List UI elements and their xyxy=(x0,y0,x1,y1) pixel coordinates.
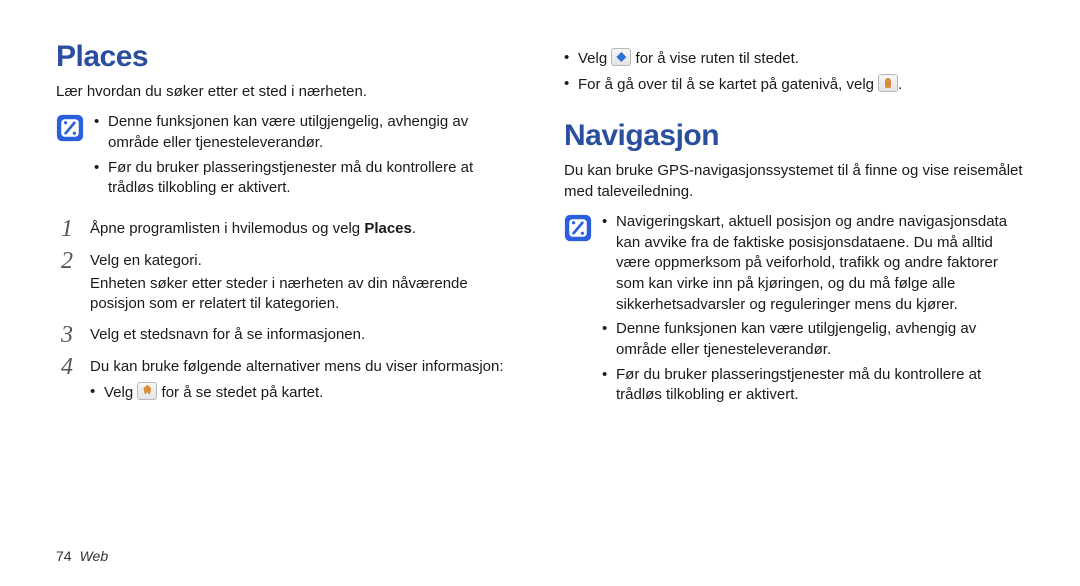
step-4-subitems: Velg for å se stedet på kartet. xyxy=(90,382,516,404)
sub-text: for å se stedet på kartet. xyxy=(157,384,323,401)
sub-item: Velg for å vise ruten til stedet. xyxy=(564,48,1024,70)
step-1: 1 Åpne programlisten i hvilemodus og vel… xyxy=(56,217,516,241)
page-footer: 74 Web xyxy=(56,548,108,564)
section-name: Web xyxy=(80,548,109,564)
step-body: Velg et stedsnavn for å se informasjonen… xyxy=(90,323,516,347)
sub-item: Velg for å se stedet på kartet. xyxy=(90,382,516,404)
step-text: Velg en kategori. xyxy=(90,252,202,269)
map-pin-icon xyxy=(137,382,157,400)
sub-item: For å gå over til å se kartet på gateniv… xyxy=(564,74,1024,96)
step-text: Du kan bruke følgende alternativer mens … xyxy=(90,358,504,375)
step-3: 3 Velg et stedsnavn for å se informasjon… xyxy=(56,323,516,347)
step-4: 4 Du kan bruke følgende alternativer men… xyxy=(56,355,516,407)
sub-text: Velg xyxy=(578,50,611,67)
right-top-items: Velg for å vise ruten til stedet. For å … xyxy=(564,48,1024,95)
step-extra-text: Enheten søker etter steder i nærheten av… xyxy=(90,274,516,315)
note-icon xyxy=(564,214,592,242)
page-number: 74 xyxy=(56,548,72,564)
note-icon xyxy=(56,114,84,142)
places-intro: Lær hvordan du søker etter et sted i nær… xyxy=(56,82,516,102)
places-steps: 1 Åpne programlisten i hvilemodus og vel… xyxy=(56,217,516,407)
step-number: 3 xyxy=(56,323,78,347)
heading-navigasjon: Navigasjon xyxy=(564,119,1024,153)
right-column: Velg for å vise ruten til stedet. For å … xyxy=(564,40,1024,424)
step-number: 2 xyxy=(56,249,78,315)
page-content: Places Lær hvordan du søker etter et ste… xyxy=(0,0,1080,424)
sub-text: For å gå over til å se kartet på gateniv… xyxy=(578,76,878,93)
note-item: Denne funksjonen kan være utilgjengelig,… xyxy=(602,319,1024,360)
left-column: Places Lær hvordan du søker etter et ste… xyxy=(56,40,516,424)
step-number: 4 xyxy=(56,355,78,407)
step-text: Åpne programlisten i hvilemodus og velg xyxy=(90,220,364,237)
step-body: Du kan bruke følgende alternativer mens … xyxy=(90,355,516,407)
step-body: Åpne programlisten i hvilemodus og velg … xyxy=(90,217,516,241)
step-bold: Places xyxy=(364,220,412,237)
sub-text: . xyxy=(898,76,902,93)
places-note-list: Denne funksjonen kan være utilgjengelig,… xyxy=(94,112,516,203)
navigasjon-intro: Du kan bruke GPS-navigasjonssystemet til… xyxy=(564,161,1024,202)
note-item: Før du bruker plasseringstjenester må du… xyxy=(94,158,516,199)
navigasjon-note-list: Navigeringskart, aktuell posisjon og and… xyxy=(602,212,1024,410)
places-note-block: Denne funksjonen kan være utilgjengelig,… xyxy=(56,112,516,203)
sub-text: Velg xyxy=(104,384,137,401)
heading-places: Places xyxy=(56,40,516,74)
note-item: Navigeringskart, aktuell posisjon og and… xyxy=(602,212,1024,315)
step-number: 1 xyxy=(56,217,78,241)
navigasjon-note-block: Navigeringskart, aktuell posisjon og and… xyxy=(564,212,1024,410)
sub-text: for å vise ruten til stedet. xyxy=(631,50,799,67)
step-body: Velg en kategori. Enheten søker etter st… xyxy=(90,249,516,315)
note-item: Denne funksjonen kan være utilgjengelig,… xyxy=(94,112,516,153)
streetview-icon xyxy=(878,74,898,92)
note-item: Før du bruker plasseringstjenester må du… xyxy=(602,365,1024,406)
route-icon xyxy=(611,48,631,66)
step-text: . xyxy=(412,220,416,237)
step-2: 2 Velg en kategori. Enheten søker etter … xyxy=(56,249,516,315)
